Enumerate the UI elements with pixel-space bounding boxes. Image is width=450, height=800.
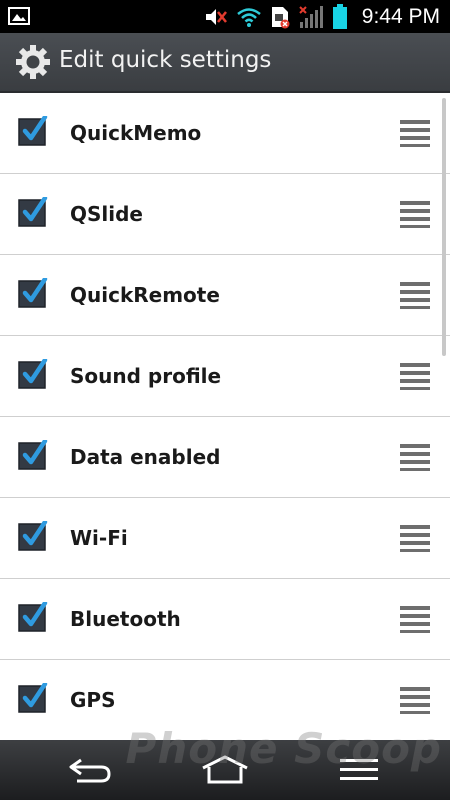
quick-settings-list: QuickMemo QSlide QuickRemote Sound profi… <box>0 93 450 740</box>
wifi-icon <box>236 7 261 27</box>
list-item[interactable]: Bluetooth <box>0 579 450 660</box>
picture-icon <box>8 7 30 25</box>
gear-icon[interactable] <box>14 43 52 81</box>
page-title: Edit quick settings <box>59 47 272 73</box>
drag-handle-icon[interactable] <box>400 686 430 714</box>
status-icons: 9:44 PM <box>204 0 440 33</box>
drag-handle-icon[interactable] <box>400 524 430 552</box>
setting-label: QuickMemo <box>70 121 202 145</box>
muted-volume-icon <box>205 8 227 25</box>
drag-handle-icon[interactable] <box>400 605 430 633</box>
checkbox[interactable] <box>18 440 48 470</box>
setting-label: Sound profile <box>70 364 222 388</box>
battery-icon <box>332 3 347 29</box>
setting-label: Data enabled <box>70 445 221 469</box>
list-item[interactable]: QuickRemote <box>0 255 450 336</box>
list-item[interactable]: Sound profile <box>0 336 450 417</box>
checkbox[interactable] <box>18 359 48 389</box>
drag-handle-icon[interactable] <box>400 281 430 309</box>
drag-handle-icon[interactable] <box>400 443 430 471</box>
action-bar: Edit quick settings <box>0 33 450 93</box>
setting-label: QSlide <box>70 202 143 226</box>
drag-handle-icon[interactable] <box>400 362 430 390</box>
list-item[interactable]: QuickMemo <box>0 93 450 174</box>
clock: 9:44 PM <box>361 4 440 28</box>
checkbox[interactable] <box>18 116 48 146</box>
setting-label: GPS <box>70 688 116 712</box>
checkbox[interactable] <box>18 521 48 551</box>
list-item[interactable]: QSlide <box>0 174 450 255</box>
sim-error-icon <box>271 6 290 28</box>
list-item[interactable]: Data enabled <box>0 417 450 498</box>
signal-icon <box>299 5 323 28</box>
scrollbar[interactable] <box>442 98 446 356</box>
checkbox[interactable] <box>18 602 48 632</box>
drag-handle-icon[interactable] <box>400 200 430 228</box>
checkbox[interactable] <box>18 197 48 227</box>
drag-handle-icon[interactable] <box>400 119 430 147</box>
back-icon <box>69 758 111 783</box>
setting-label: QuickRemote <box>70 283 220 307</box>
setting-label: Bluetooth <box>70 607 181 631</box>
watermark: Phone Scoop <box>125 724 442 773</box>
checkbox[interactable] <box>18 683 48 713</box>
checkbox[interactable] <box>18 278 48 308</box>
status-bar: 9:44 PM <box>0 0 450 33</box>
setting-label: Wi-Fi <box>70 526 128 550</box>
list-item[interactable]: Wi-Fi <box>0 498 450 579</box>
